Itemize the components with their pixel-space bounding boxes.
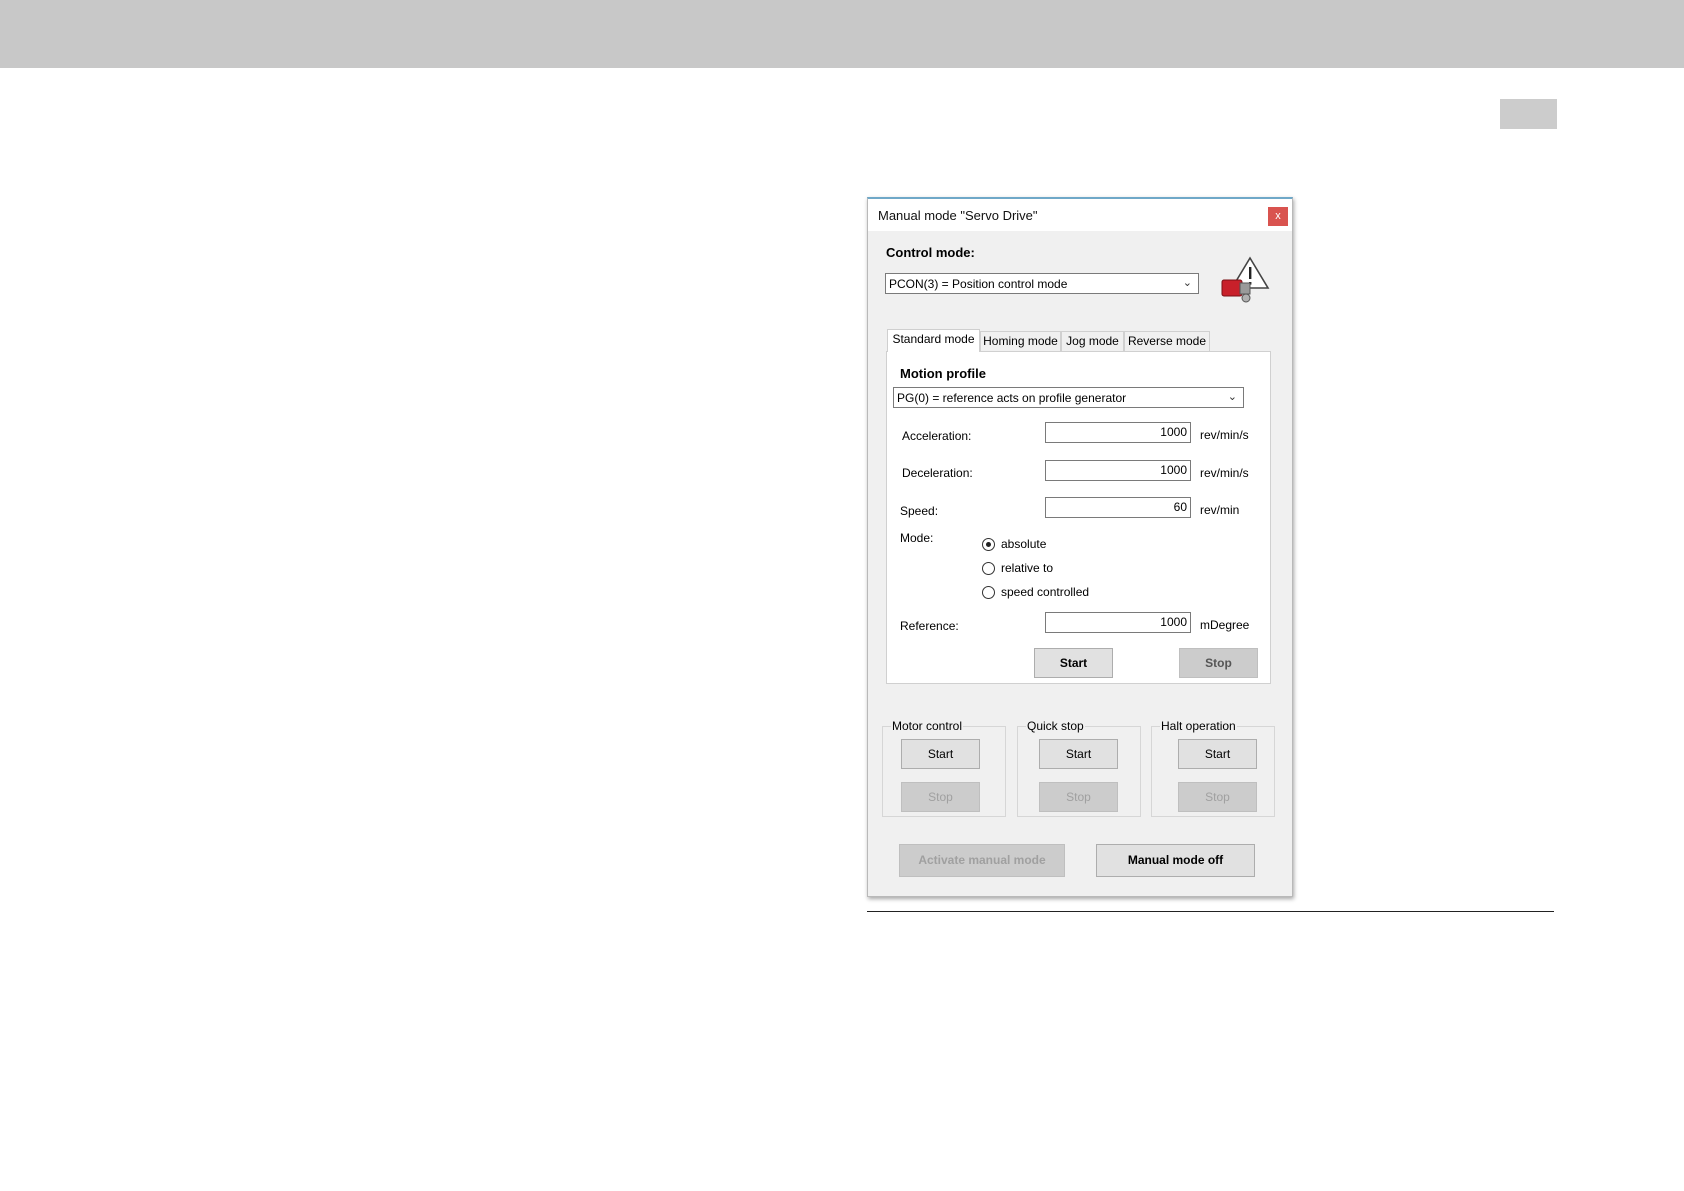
radio-relative-to-label[interactable]: relative to <box>1001 561 1053 575</box>
motion-profile-value: PG(0) = reference acts on profile genera… <box>897 391 1127 405</box>
radio-speed-controlled[interactable] <box>982 586 995 599</box>
close-button[interactable]: x <box>1268 207 1288 226</box>
radio-relative-to[interactable] <box>982 562 995 575</box>
radio-speed-controlled-label[interactable]: speed controlled <box>1001 585 1089 599</box>
mode-label: Mode: <box>900 531 934 545</box>
standard-stop-button[interactable]: Stop <box>1179 648 1258 678</box>
manual-mode-window: Manual mode "Servo Drive" x Control mode… <box>867 197 1293 897</box>
motion-profile-select[interactable]: PG(0) = reference acts on profile genera… <box>893 387 1244 408</box>
control-mode-label: Control mode: <box>886 245 975 260</box>
page-corner-tab <box>1500 99 1557 129</box>
quick-stop-start-button[interactable]: Start <box>1039 739 1118 769</box>
radio-absolute[interactable] <box>982 538 995 551</box>
radio-absolute-label[interactable]: absolute <box>1001 537 1046 551</box>
motor-control-legend: Motor control <box>891 719 964 733</box>
control-mode-select[interactable]: PCON(3) = Position control mode ⌄ <box>885 273 1199 294</box>
deceleration-label: Deceleration: <box>902 466 973 480</box>
motion-profile-label: Motion profile <box>900 366 986 381</box>
window-titlebar[interactable]: Manual mode "Servo Drive" x <box>868 199 1292 231</box>
reference-label: Reference: <box>900 619 959 633</box>
reference-unit: mDegree <box>1200 618 1250 632</box>
tab-jog-mode[interactable]: Jog mode <box>1061 331 1124 351</box>
quick-stop-group: Quick stop Start Stop <box>1017 719 1141 817</box>
deceleration-input[interactable]: 1000 <box>1045 460 1191 481</box>
speed-label: Speed: <box>900 504 939 518</box>
chevron-down-icon: ⌄ <box>1227 391 1237 403</box>
halt-operation-group: Halt operation Start Stop <box>1151 719 1275 817</box>
halt-operation-start-button[interactable]: Start <box>1178 739 1257 769</box>
acceleration-label: Acceleration: <box>902 429 972 443</box>
tab-reverse-mode[interactable]: Reverse mode <box>1124 331 1210 351</box>
close-icon: x <box>1275 210 1281 222</box>
control-mode-value: PCON(3) = Position control mode <box>889 277 1068 291</box>
tab-label: Homing mode <box>983 334 1058 348</box>
page-footer-rule <box>867 911 1554 912</box>
speed-unit: rev/min <box>1200 503 1240 517</box>
acceleration-input[interactable]: 1000 <box>1045 422 1191 443</box>
window-title: Manual mode "Servo Drive" <box>878 208 1038 223</box>
chevron-down-icon: ⌄ <box>1182 277 1192 289</box>
reference-input[interactable]: 1000 <box>1045 612 1191 633</box>
motor-control-stop-button[interactable]: Stop <box>901 782 980 812</box>
halt-operation-legend: Halt operation <box>1160 719 1237 733</box>
tab-label: Jog mode <box>1066 334 1119 348</box>
tab-label: Standard mode <box>892 332 975 346</box>
manual-mode-off-button[interactable]: Manual mode off <box>1096 844 1255 877</box>
tab-homing-mode[interactable]: Homing mode <box>980 331 1061 351</box>
warning-motor-icon <box>1221 256 1270 303</box>
motor-control-start-button[interactable]: Start <box>901 739 980 769</box>
standard-start-button[interactable]: Start <box>1034 648 1113 678</box>
radio-selected-dot <box>986 542 991 547</box>
quick-stop-legend: Quick stop <box>1026 719 1085 733</box>
speed-input[interactable]: 60 <box>1045 497 1191 518</box>
acceleration-unit: rev/min/s <box>1200 428 1249 442</box>
quick-stop-stop-button[interactable]: Stop <box>1039 782 1118 812</box>
standard-mode-panel: Motion profile PG(0) = reference acts on… <box>886 351 1271 684</box>
activate-manual-mode-button[interactable]: Activate manual mode <box>899 844 1065 877</box>
tab-label: Reverse mode <box>1127 334 1207 348</box>
halt-operation-stop-button[interactable]: Stop <box>1178 782 1257 812</box>
tab-standard-mode[interactable]: Standard mode <box>887 329 980 352</box>
motor-control-group: Motor control Start Stop <box>882 719 1006 817</box>
page-header-band <box>0 0 1684 68</box>
deceleration-unit: rev/min/s <box>1200 466 1249 480</box>
